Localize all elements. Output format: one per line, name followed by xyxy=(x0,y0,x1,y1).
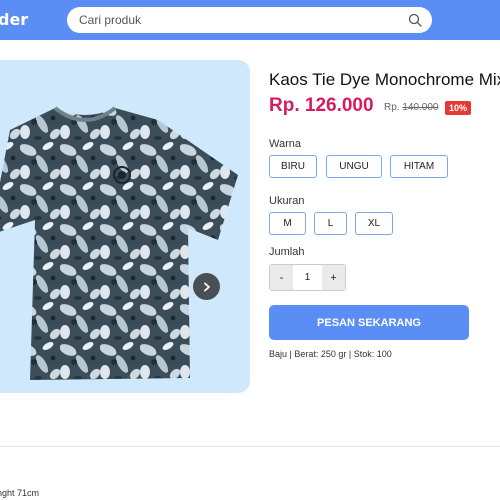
product-title: Kaos Tie Dye Monochrome Mix xyxy=(269,70,500,89)
product-price: Rp. 126.000 xyxy=(269,95,374,116)
search-input[interactable] xyxy=(79,7,399,33)
color-option-hitam[interactable]: HITAM xyxy=(390,155,448,178)
size-option-m[interactable]: M xyxy=(269,212,306,235)
product-image-panel xyxy=(0,60,250,393)
product-image xyxy=(0,106,238,380)
order-now-button[interactable]: PESAN SEKARANG xyxy=(269,305,469,340)
quantity-increase-button[interactable]: + xyxy=(322,265,345,290)
color-label: Warna xyxy=(269,138,301,150)
product-meta-info: Baju | Berat: 250 gr | Stok: 100 xyxy=(269,349,392,359)
discount-badge: 10% xyxy=(445,101,472,115)
quantity-stepper: - 1 + xyxy=(269,264,346,291)
search-icon[interactable] xyxy=(408,13,422,27)
quantity-decrease-button[interactable]: - xyxy=(270,265,293,290)
quantity-value[interactable]: 1 xyxy=(293,265,322,290)
size-label: Ukuran xyxy=(269,195,305,207)
size-option-xl[interactable]: XL xyxy=(355,212,393,235)
image-next-button[interactable] xyxy=(193,273,220,300)
top-navbar: der xyxy=(0,0,500,40)
brand-logo-text[interactable]: der xyxy=(0,10,28,29)
color-option-biru[interactable]: BIRU xyxy=(269,155,317,178)
original-price-value: 140.000 xyxy=(402,102,439,113)
chevron-right-icon xyxy=(203,282,210,291)
quantity-label: Jumlah xyxy=(269,246,305,258)
original-price: Rp. 140.000 xyxy=(384,102,439,113)
color-option-ungu[interactable]: UNGU xyxy=(326,155,382,178)
product-description-text: enght 71cm xyxy=(0,488,40,498)
size-option-l[interactable]: L xyxy=(314,212,347,235)
original-price-prefix: Rp. xyxy=(384,102,400,113)
section-divider xyxy=(0,446,500,447)
search-bar[interactable] xyxy=(67,7,432,33)
